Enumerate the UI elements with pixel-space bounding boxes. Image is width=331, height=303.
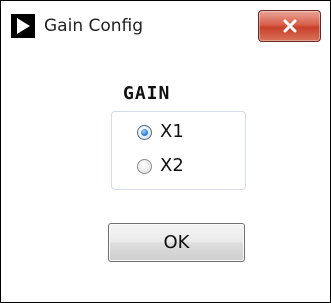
radio-x1[interactable]: [137, 124, 152, 140]
ok-button[interactable]: OK: [108, 223, 245, 262]
play-icon: [11, 14, 35, 38]
title-bar: Gain Config: [1, 1, 330, 51]
gain-config-dialog: Gain Config GAIN X1 X2 OK: [0, 0, 331, 303]
radio-x2[interactable]: [137, 158, 152, 174]
gain-option-x1[interactable]: X1: [137, 121, 184, 143]
close-button[interactable]: [258, 10, 321, 42]
gain-label: GAIN: [123, 83, 171, 104]
close-icon: [283, 19, 297, 33]
window-title: Gain Config: [44, 16, 144, 36]
radio-x2-label[interactable]: X2: [160, 155, 184, 177]
radio-x1-label[interactable]: X1: [160, 121, 184, 143]
gain-option-x2[interactable]: X2: [137, 155, 184, 177]
dialog-content: GAIN X1 X2 OK: [1, 51, 330, 302]
gain-radio-group: X1 X2: [111, 111, 246, 190]
